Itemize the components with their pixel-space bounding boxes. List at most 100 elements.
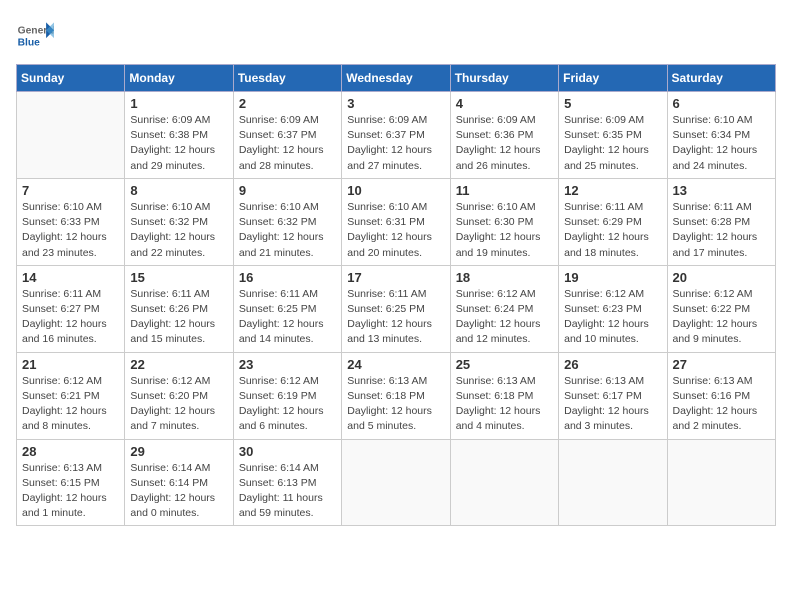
day-info: Sunrise: 6:10 AMSunset: 6:34 PMDaylight:… — [673, 113, 770, 174]
day-number: 11 — [456, 183, 553, 198]
calendar-cell: 29 Sunrise: 6:14 AMSunset: 6:14 PMDayligh… — [125, 439, 233, 526]
calendar-cell: 6Sunrise: 6:10 AMSunset: 6:34 PMDaylight… — [667, 92, 775, 179]
calendar-cell — [342, 439, 450, 526]
day-number: 10 — [347, 183, 444, 198]
calendar-week-row: 14 Sunrise: 6:11 AMSunset: 6:27 PMDayligh… — [17, 265, 776, 352]
weekday-header-friday: Friday — [559, 65, 667, 92]
calendar-cell: 13 Sunrise: 6:11 AMSunset: 6:28 PMDayligh… — [667, 178, 775, 265]
day-info: Sunrise: 6:09 AMSunset: 6:37 PMDaylight:… — [347, 113, 444, 174]
calendar-cell: 8 Sunrise: 6:10 AMSunset: 6:32 PMDaylight… — [125, 178, 233, 265]
calendar-cell — [17, 92, 125, 179]
calendar-body: 1Sunrise: 6:09 AMSunset: 6:38 PMDaylight… — [17, 92, 776, 526]
calendar-cell: 5 Sunrise: 6:09 AMSunset: 6:35 PMDaylight… — [559, 92, 667, 179]
day-info: Sunrise: 6:14 AMSunset: 6:13 PMDaylight:… — [239, 461, 336, 522]
day-info: Sunrise: 6:13 AMSunset: 6:18 PMDaylight:… — [456, 374, 553, 435]
day-number: 13 — [673, 183, 770, 198]
day-number: 8 — [130, 183, 227, 198]
calendar-cell: 21 Sunrise: 6:12 AMSunset: 6:21 PMDayligh… — [17, 352, 125, 439]
day-info: Sunrise: 6:11 AMSunset: 6:29 PMDaylight:… — [564, 200, 661, 261]
day-info: Sunrise: 6:12 AMSunset: 6:20 PMDaylight:… — [130, 374, 227, 435]
page-header: General Blue — [16, 16, 776, 54]
logo: General Blue — [16, 16, 58, 54]
day-info: Sunrise: 6:09 AMSunset: 6:37 PMDaylight:… — [239, 113, 336, 174]
day-info: Sunrise: 6:09 AMSunset: 6:36 PMDaylight:… — [456, 113, 553, 174]
calendar-week-row: 1Sunrise: 6:09 AMSunset: 6:38 PMDaylight… — [17, 92, 776, 179]
day-info: Sunrise: 6:14 AMSunset: 6:14 PMDaylight:… — [130, 461, 227, 522]
calendar-cell: 17 Sunrise: 6:11 AMSunset: 6:25 PMDayligh… — [342, 265, 450, 352]
weekday-header-sunday: Sunday — [17, 65, 125, 92]
day-info: Sunrise: 6:13 AMSunset: 6:17 PMDaylight:… — [564, 374, 661, 435]
day-number: 17 — [347, 270, 444, 285]
calendar-cell: 27 Sunrise: 6:13 AMSunset: 6:16 PMDayligh… — [667, 352, 775, 439]
day-number: 15 — [130, 270, 227, 285]
calendar-cell: 10 Sunrise: 6:10 AMSunset: 6:31 PMDayligh… — [342, 178, 450, 265]
day-number: 22 — [130, 357, 227, 372]
day-info: Sunrise: 6:12 AMSunset: 6:24 PMDaylight:… — [456, 287, 553, 348]
day-info: Sunrise: 6:12 AMSunset: 6:23 PMDaylight:… — [564, 287, 661, 348]
calendar-table: SundayMondayTuesdayWednesdayThursdayFrid… — [16, 64, 776, 526]
day-number: 20 — [673, 270, 770, 285]
day-number: 25 — [456, 357, 553, 372]
day-number: 14 — [22, 270, 119, 285]
day-info: Sunrise: 6:11 AMSunset: 6:26 PMDaylight:… — [130, 287, 227, 348]
day-number: 1 — [130, 96, 227, 111]
calendar-cell: 16 Sunrise: 6:11 AMSunset: 6:25 PMDayligh… — [233, 265, 341, 352]
day-info: Sunrise: 6:11 AMSunset: 6:28 PMDaylight:… — [673, 200, 770, 261]
calendar-cell: 2 Sunrise: 6:09 AMSunset: 6:37 PMDaylight… — [233, 92, 341, 179]
day-info: Sunrise: 6:10 AMSunset: 6:33 PMDaylight:… — [22, 200, 119, 261]
calendar-cell: 15 Sunrise: 6:11 AMSunset: 6:26 PMDayligh… — [125, 265, 233, 352]
calendar-cell: 19 Sunrise: 6:12 AMSunset: 6:23 PMDayligh… — [559, 265, 667, 352]
calendar-cell: 3 Sunrise: 6:09 AMSunset: 6:37 PMDaylight… — [342, 92, 450, 179]
day-number: 12 — [564, 183, 661, 198]
day-number: 21 — [22, 357, 119, 372]
calendar-cell: 28 Sunrise: 6:13 AMSunset: 6:15 PMDayligh… — [17, 439, 125, 526]
day-number: 9 — [239, 183, 336, 198]
calendar-cell: 25 Sunrise: 6:13 AMSunset: 6:18 PMDayligh… — [450, 352, 558, 439]
day-number: 2 — [239, 96, 336, 111]
calendar-cell — [667, 439, 775, 526]
day-info: Sunrise: 6:12 AMSunset: 6:22 PMDaylight:… — [673, 287, 770, 348]
calendar-header-row: SundayMondayTuesdayWednesdayThursdayFrid… — [17, 65, 776, 92]
calendar-cell: 9Sunrise: 6:10 AMSunset: 6:32 PMDaylight… — [233, 178, 341, 265]
day-number: 5 — [564, 96, 661, 111]
calendar-cell: 23Sunrise: 6:12 AMSunset: 6:19 PMDayligh… — [233, 352, 341, 439]
day-info: Sunrise: 6:11 AMSunset: 6:25 PMDaylight:… — [239, 287, 336, 348]
calendar-week-row: 28 Sunrise: 6:13 AMSunset: 6:15 PMDayligh… — [17, 439, 776, 526]
day-number: 23 — [239, 357, 336, 372]
day-number: 28 — [22, 444, 119, 459]
day-info: Sunrise: 6:10 AMSunset: 6:32 PMDaylight:… — [130, 200, 227, 261]
day-number: 29 — [130, 444, 227, 459]
weekday-header-tuesday: Tuesday — [233, 65, 341, 92]
calendar-cell: 26Sunrise: 6:13 AMSunset: 6:17 PMDayligh… — [559, 352, 667, 439]
day-info: Sunrise: 6:10 AMSunset: 6:31 PMDaylight:… — [347, 200, 444, 261]
day-info: Sunrise: 6:10 AMSunset: 6:30 PMDaylight:… — [456, 200, 553, 261]
weekday-header-saturday: Saturday — [667, 65, 775, 92]
calendar-cell: 22 Sunrise: 6:12 AMSunset: 6:20 PMDayligh… — [125, 352, 233, 439]
day-number: 16 — [239, 270, 336, 285]
day-info: Sunrise: 6:13 AMSunset: 6:15 PMDaylight:… — [22, 461, 119, 522]
calendar-cell: 11 Sunrise: 6:10 AMSunset: 6:30 PMDayligh… — [450, 178, 558, 265]
day-number: 24 — [347, 357, 444, 372]
calendar-cell — [450, 439, 558, 526]
calendar-cell: 20 Sunrise: 6:12 AMSunset: 6:22 PMDayligh… — [667, 265, 775, 352]
day-number: 19 — [564, 270, 661, 285]
day-number: 7 — [22, 183, 119, 198]
day-number: 3 — [347, 96, 444, 111]
calendar-cell: 18Sunrise: 6:12 AMSunset: 6:24 PMDayligh… — [450, 265, 558, 352]
day-number: 27 — [673, 357, 770, 372]
weekday-header-monday: Monday — [125, 65, 233, 92]
calendar-cell: 14 Sunrise: 6:11 AMSunset: 6:27 PMDayligh… — [17, 265, 125, 352]
calendar-cell: 24Sunrise: 6:13 AMSunset: 6:18 PMDayligh… — [342, 352, 450, 439]
day-number: 30 — [239, 444, 336, 459]
weekday-header-thursday: Thursday — [450, 65, 558, 92]
calendar-week-row: 21 Sunrise: 6:12 AMSunset: 6:21 PMDayligh… — [17, 352, 776, 439]
day-info: Sunrise: 6:11 AMSunset: 6:25 PMDaylight:… — [347, 287, 444, 348]
day-info: Sunrise: 6:09 AMSunset: 6:35 PMDaylight:… — [564, 113, 661, 174]
day-info: Sunrise: 6:11 AMSunset: 6:27 PMDaylight:… — [22, 287, 119, 348]
calendar-cell: 12 Sunrise: 6:11 AMSunset: 6:29 PMDayligh… — [559, 178, 667, 265]
weekday-header-wednesday: Wednesday — [342, 65, 450, 92]
day-info: Sunrise: 6:13 AMSunset: 6:16 PMDaylight:… — [673, 374, 770, 435]
day-info: Sunrise: 6:12 AMSunset: 6:21 PMDaylight:… — [22, 374, 119, 435]
calendar-cell — [559, 439, 667, 526]
calendar-week-row: 7 Sunrise: 6:10 AMSunset: 6:33 PMDaylight… — [17, 178, 776, 265]
